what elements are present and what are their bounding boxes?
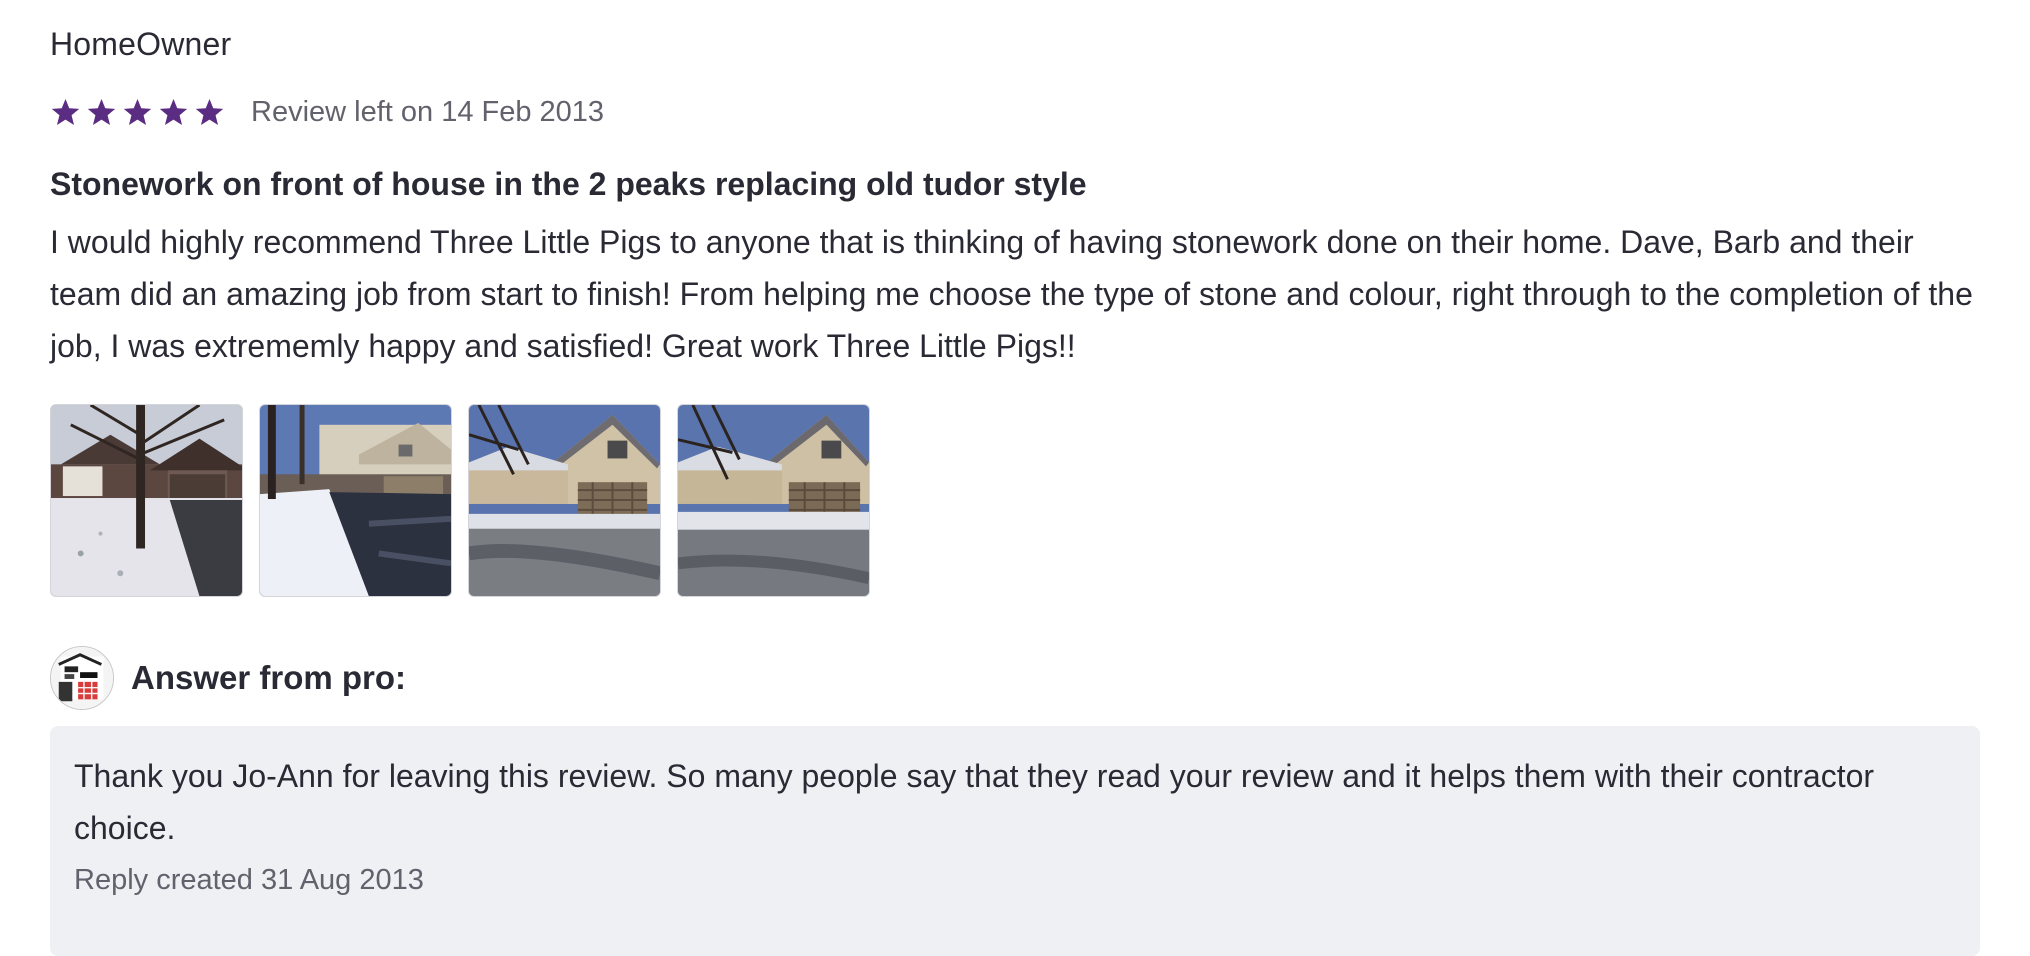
star-icon [51, 98, 80, 125]
star-icon [159, 98, 188, 125]
pro-answer-label: Answer from pro: [131, 659, 407, 696]
star-icon [87, 98, 116, 125]
review-photo[interactable] [468, 404, 661, 597]
review-photo[interactable] [677, 404, 870, 597]
review-title: Stonework on front of house in the 2 pea… [50, 166, 1087, 202]
review-date: Review left on 14 Feb 2013 [251, 95, 605, 128]
rating-row: Review left on 14 Feb 2013 [50, 92, 604, 132]
pro-reply-box: Thank you Jo-Ann for leaving this review… [50, 726, 1980, 956]
review-author: HomeOwner [50, 26, 232, 62]
pro-answer-header: Answer from pro: [50, 646, 406, 710]
pro-reply-date: Reply created 31 Aug 2013 [74, 864, 424, 896]
star-icon [123, 98, 152, 125]
pro-reply-text: Thank you Jo-Ann for leaving this review… [74, 758, 1875, 846]
review-photo[interactable] [50, 404, 243, 597]
star-rating [50, 97, 225, 128]
star-icon [195, 98, 224, 125]
review-photos [50, 404, 870, 597]
review-photo[interactable] [259, 404, 452, 597]
three-little-pigs-logo-icon [50, 646, 114, 710]
review-body: I would highly recommend Three Little Pi… [50, 224, 1973, 364]
